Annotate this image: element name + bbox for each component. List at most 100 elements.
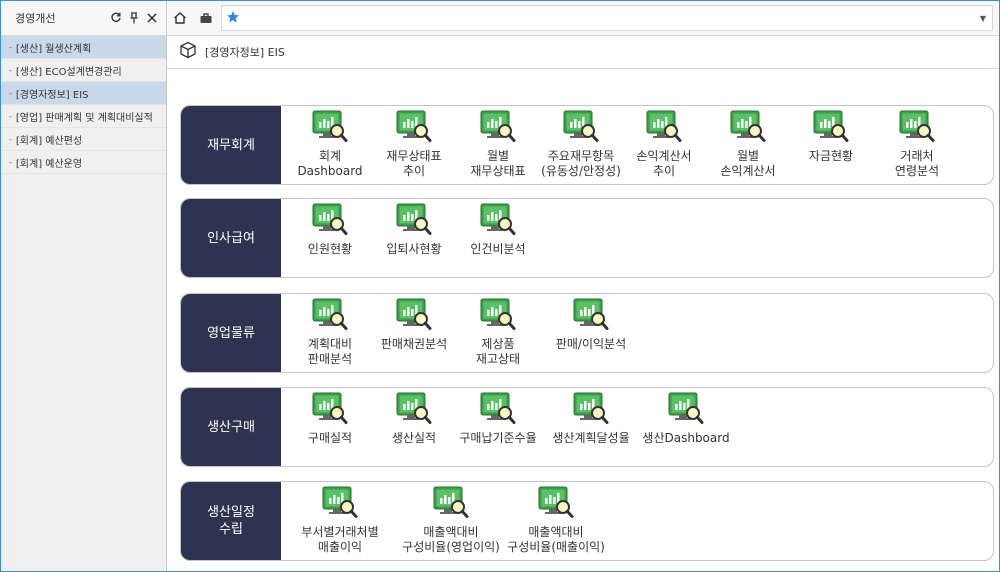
chart-monitor-icon xyxy=(312,298,348,336)
report-tile[interactable]: 회계 Dashboard xyxy=(285,110,375,179)
report-tile-label: 판매/이익분석 xyxy=(555,337,627,351)
tree-bullet-icon: - xyxy=(9,65,12,75)
sidebar-item-label: [영업] 판매계획 및 계획대비실적 xyxy=(15,112,153,124)
report-tile[interactable]: 인건비분석 xyxy=(453,203,543,257)
report-tile-label: 매출액대비 구성비율(영업이익) xyxy=(402,525,500,554)
chart-monitor-icon xyxy=(396,203,432,241)
report-tile[interactable]: 매출액대비 구성비율(영업이익) xyxy=(396,486,506,555)
sidebar-title: 경영개선 xyxy=(15,12,56,25)
sidebar-item[interactable]: - [생산] 월생산계획 xyxy=(1,36,166,59)
refresh-icon[interactable] xyxy=(108,10,124,26)
report-tile-label: 입퇴사현황 xyxy=(386,242,442,256)
report-tile[interactable]: 생산실적 xyxy=(369,392,459,446)
tree-bullet-icon: - xyxy=(9,88,12,98)
star-icon[interactable] xyxy=(226,9,240,28)
section-label: 인사급여 xyxy=(181,199,281,277)
report-tile-label: 생산계획달성율 xyxy=(552,431,630,445)
report-tile-label: 제상품 재고상태 xyxy=(475,337,521,366)
report-tile[interactable]: 부서별거래처별 매출이익 xyxy=(285,486,395,555)
report-tile[interactable]: 구매납기준수율 xyxy=(453,392,543,446)
report-tile-label: 거래처 연령분석 xyxy=(894,149,940,178)
address-field[interactable]: ▼ xyxy=(221,5,993,31)
chart-monitor-icon xyxy=(312,203,348,241)
report-tile-label: 계획대비 판매분석 xyxy=(307,337,353,366)
sidebar-item-label: [회계] 예산편성 xyxy=(15,135,83,147)
report-tile[interactable]: 판매/이익분석 xyxy=(546,298,636,352)
page-header: [경영자정보] EIS xyxy=(167,36,999,69)
sidebar-item-label: [생산] 월생산계획 xyxy=(15,43,92,55)
chart-monitor-icon xyxy=(573,298,609,336)
menu-section: 생산구매구매실적 생산실적 구매납기준수율 생산계획달성율 생산Dashboard xyxy=(180,387,994,467)
chart-monitor-icon xyxy=(396,298,432,336)
section-label: 영업물류 xyxy=(181,294,281,372)
briefcase-icon[interactable] xyxy=(193,1,219,35)
report-tile-label: 재무상태표 추이 xyxy=(386,149,442,178)
sidebar-item[interactable]: - [경영자정보] EIS xyxy=(1,82,166,105)
report-tile[interactable]: 월별 재무상태표 xyxy=(453,110,543,179)
menu-section: 재무회계 회계 Dashboard 재무상태표 추이 월별 재무상태표 주요재무항목 (… xyxy=(180,105,994,185)
report-tile[interactable]: 판매채권분석 xyxy=(369,298,459,352)
report-tile-label: 부서별거래처별 매출이익 xyxy=(301,525,379,554)
report-tile-label: 회계 Dashboard xyxy=(297,149,363,178)
sidebar: 경영개선 - [생산] 월생산계획 - [생산] ECO설계변경관리 - [경영자정보] … xyxy=(1,1,167,571)
chart-monitor-icon xyxy=(573,392,609,430)
report-tile[interactable]: 제상품 재고상태 xyxy=(453,298,543,367)
sidebar-item-label: [경영자정보] EIS xyxy=(15,89,89,101)
chart-monitor-icon xyxy=(396,110,432,148)
report-tile-label: 구매납기준수율 xyxy=(459,431,537,445)
report-tile[interactable]: 손익계산서 추이 xyxy=(619,110,709,179)
sidebar-item-label: [회계] 예산운영 xyxy=(15,158,83,170)
tree-bullet-icon: - xyxy=(9,42,12,52)
report-tile[interactable]: 매출액대비 구성비율(매출이익) xyxy=(501,486,611,555)
report-tile[interactable]: 입퇴사현황 xyxy=(369,203,459,257)
sidebar-header: 경영개선 xyxy=(1,1,166,36)
chart-monitor-icon xyxy=(396,392,432,430)
sidebar-item[interactable]: - [생산] ECO설계변경관리 xyxy=(1,59,166,82)
section-label: 생산구매 xyxy=(181,388,281,466)
chart-monitor-icon xyxy=(480,298,516,336)
menu-section: 인사급여 인원현황 입퇴사현황 인건비분석 xyxy=(180,198,994,278)
chart-monitor-icon xyxy=(312,392,348,430)
report-tile-label: 구매실적 xyxy=(307,431,353,445)
report-tile[interactable]: 자금현황 xyxy=(786,110,876,164)
chart-monitor-icon xyxy=(480,203,516,241)
home-icon[interactable] xyxy=(167,1,193,35)
report-tile[interactable]: 재무상태표 추이 xyxy=(369,110,459,179)
chart-monitor-icon xyxy=(538,486,574,524)
chevron-down-icon[interactable]: ▼ xyxy=(980,14,986,23)
report-tile[interactable]: 거래처 연령분석 xyxy=(872,110,962,179)
sidebar-item[interactable]: - [영업] 판매계획 및 계획대비실적 xyxy=(1,105,166,128)
report-tile-label: 월별 손익계산서 xyxy=(720,149,776,178)
report-tile[interactable]: 인원현황 xyxy=(285,203,375,257)
report-tile-label: 매출액대비 구성비율(매출이익) xyxy=(507,525,605,554)
close-icon[interactable] xyxy=(144,10,160,26)
cube-icon xyxy=(179,41,197,63)
report-tile[interactable]: 계획대비 판매분석 xyxy=(285,298,375,367)
report-tile-label: 생산실적 xyxy=(391,431,437,445)
report-tile[interactable]: 주요재무항목 (유동성/안정성) xyxy=(536,110,626,179)
tree-bullet-icon: - xyxy=(9,134,12,144)
report-tile-label: 월별 재무상태표 xyxy=(470,149,526,178)
sidebar-item-label: [생산] ECO설계변경관리 xyxy=(15,66,122,78)
section-label: 생산일정 수립 xyxy=(181,482,281,560)
sidebar-item[interactable]: - [회계] 예산운영 xyxy=(1,151,166,174)
pin-icon[interactable] xyxy=(126,10,142,26)
chart-monitor-icon xyxy=(646,110,682,148)
menu-section: 생산일정 수립부서별거래처별 매출이익 매출액대비 구성비율(영업이익) 매출액대비… xyxy=(180,481,994,561)
sidebar-item[interactable]: - [회계] 예산편성 xyxy=(1,128,166,151)
chart-monitor-icon xyxy=(322,486,358,524)
chart-monitor-icon xyxy=(899,110,935,148)
report-tile[interactable]: 월별 손익계산서 xyxy=(703,110,793,179)
page-title: [경영자정보] EIS xyxy=(205,46,285,59)
report-tile-label: 판매채권분석 xyxy=(380,337,448,351)
chart-monitor-icon xyxy=(563,110,599,148)
report-tile[interactable]: 생산계획달성율 xyxy=(546,392,636,446)
report-tile[interactable]: 구매실적 xyxy=(285,392,375,446)
menu-section: 영업물류계획대비 판매분석 판매채권분석 제상품 재고상태 판매/이익분석 xyxy=(180,293,994,373)
chart-monitor-icon xyxy=(480,392,516,430)
report-tile-label: 주요재무항목 (유동성/안정성) xyxy=(541,149,621,178)
chart-monitor-icon xyxy=(433,486,469,524)
report-tile[interactable]: 생산Dashboard xyxy=(641,392,731,446)
sidebar-menu: - [생산] 월생산계획 - [생산] ECO설계변경관리 - [경영자정보] EIS -[… xyxy=(1,36,166,174)
report-tile-label: 생산Dashboard xyxy=(642,431,730,445)
